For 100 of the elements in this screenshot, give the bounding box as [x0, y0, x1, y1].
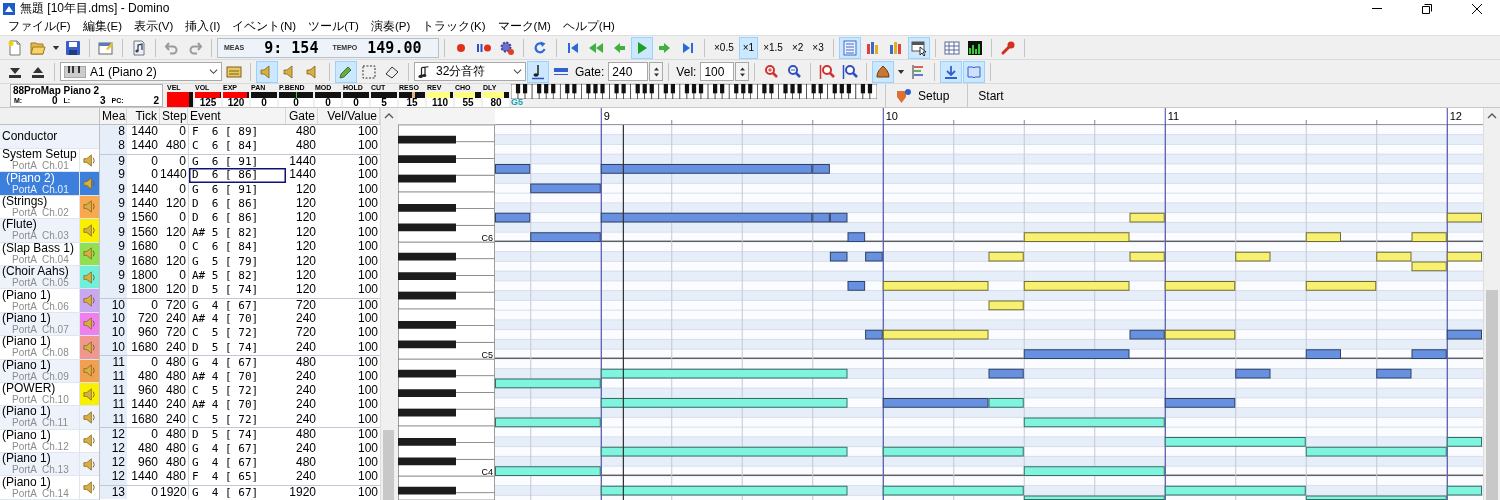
track-row[interactable]: (Piano 1) PortA Ch.13	[0, 453, 99, 477]
table-cell: A# 4 [ 70]	[188, 398, 286, 413]
speed-button[interactable]: ×1.5	[759, 36, 787, 59]
table-cell: C 5 [ 72]	[188, 326, 286, 341]
track-row[interactable]: (Piano 1) PortA Ch.09	[0, 359, 99, 383]
toolbar-button[interactable]: Start	[967, 84, 1014, 107]
track-row[interactable]: (Piano 1) PortA Ch.14	[0, 476, 99, 500]
measure-number: 10	[885, 110, 898, 122]
track-name: (Piano 1)	[1, 312, 51, 324]
menu-item[interactable]: イベント(N)	[226, 18, 303, 34]
speed-button[interactable]: ×0.5	[710, 36, 738, 59]
menu-item[interactable]: トラック(K)	[416, 18, 492, 34]
table-cell-text: 1440	[130, 182, 159, 197]
table-cell-text: 480	[164, 470, 187, 485]
timeline-ruler[interactable]: 9 10 11 12	[495, 108, 1483, 125]
speed-button[interactable]: ×1	[738, 36, 759, 59]
table-cell-text: 1560	[130, 225, 159, 241]
port-label: PortA Ch.08	[12, 347, 70, 359]
port-label: PortA Ch.13	[12, 464, 70, 476]
column-header[interactable]: Step	[160, 108, 188, 124]
table-cell-text: 240	[164, 340, 187, 356]
column-header[interactable]: Gate	[286, 108, 318, 124]
gate-field[interactable]: 240	[608, 62, 649, 81]
menu-item[interactable]: ファイル(F)	[2, 18, 77, 34]
table-cell: A# 4 [ 70]	[188, 369, 286, 385]
table-cell-text: 960	[136, 326, 159, 341]
speed-button[interactable]: ×3	[808, 36, 828, 59]
menu-item[interactable]: ヘルプ(H)	[556, 18, 621, 34]
table-cell-text: 120	[294, 283, 317, 298]
menu-item[interactable]: 表示(V)	[128, 18, 180, 34]
table-cell-text: 240	[294, 312, 317, 327]
port-label: PortA Ch.01	[12, 160, 69, 172]
track-row[interactable]: (Slap Bass 1) PortA Ch.04	[0, 242, 99, 266]
column-header[interactable]: Tick	[127, 108, 160, 124]
table-cell-text: 100	[356, 240, 379, 255]
table-cell-text: 480	[164, 428, 187, 442]
table-cell: G 4 [ 67]	[188, 298, 286, 313]
table-cell: C 6 [ 84]	[188, 240, 286, 255]
table-cell: D 6 [ 86]	[188, 168, 286, 183]
speed-button[interactable]: ×2	[787, 36, 808, 59]
port-label: PortA Ch.06	[12, 300, 70, 312]
table-cell-text: 1440	[288, 168, 317, 183]
tempo-value: 149.00	[367, 38, 422, 57]
table-cell-text: 0	[178, 240, 187, 255]
track-row[interactable]: (Piano 1) PortA Ch.07	[0, 312, 99, 337]
track-name: (Flute)	[1, 219, 38, 231]
menu-item[interactable]: 編集(E)	[76, 18, 129, 34]
table-cell-text: 240	[294, 384, 317, 399]
table-cell: G 6 [ 91]	[188, 182, 286, 197]
track-row[interactable]: (Choir Aahs) PortA Ch.05	[0, 265, 99, 290]
track-name: (Slap Bass 1)	[1, 242, 76, 254]
track-row[interactable]: (Piano 2) PortA Ch.01	[0, 172, 99, 196]
track-row[interactable]: (Flute) PortA Ch.03	[0, 219, 99, 243]
velocity-field[interactable]: 100	[700, 62, 735, 81]
controller-value: 125	[195, 98, 221, 107]
table-cell-text: 1440	[130, 470, 159, 485]
toolbar-button[interactable]: Setup	[885, 84, 960, 107]
table-cell: A# 5 [ 82]	[188, 225, 286, 241]
controller-value: 0	[279, 98, 313, 107]
table-cell-text: 480	[294, 125, 317, 140]
table-cell-text: 1440	[288, 154, 317, 169]
track-name: (Piano 1)	[1, 406, 51, 418]
table-cell: 9	[100, 240, 127, 255]
controller-value: 5	[371, 98, 397, 107]
menu-item[interactable]: マーク(M)	[491, 18, 557, 34]
menu-item[interactable]: ツール(T)	[302, 18, 365, 34]
track-row[interactable]: (Piano 1) PortA Ch.11	[0, 406, 99, 430]
table-cell-text: 100	[356, 125, 379, 140]
table-cell-text: 1680	[130, 412, 159, 428]
port-label: PortA Ch.11	[12, 417, 69, 429]
track-row[interactable]: Conductor	[0, 125, 99, 149]
table-cell-text: 240	[294, 412, 317, 428]
table-cell-text: 1440	[130, 196, 159, 212]
table-cell-text: 100	[356, 268, 379, 284]
table-cell-text: 960	[136, 456, 159, 471]
menu-item[interactable]: 挿入(I)	[179, 18, 227, 34]
note-length-select[interactable]: 32分音符	[414, 62, 526, 81]
track-row[interactable]: (Piano 1) PortA Ch.06	[0, 289, 99, 313]
column-header[interactable]: Event	[188, 108, 286, 124]
table-cell-text: 1680	[130, 240, 159, 255]
table-cell-text: 120	[294, 196, 317, 212]
table-cell-text: 120	[164, 225, 187, 241]
controller-value: 0	[251, 98, 277, 107]
table-cell-text: 100	[356, 326, 379, 341]
table-cell-text: 1920	[288, 485, 317, 500]
field-value: 2	[152, 96, 160, 106]
controller-value: 80	[483, 98, 509, 107]
table-cell: F 6 [ 89]	[188, 125, 286, 140]
column-header[interactable]: Mea	[100, 108, 127, 124]
menu-item[interactable]: 演奏(P)	[364, 18, 417, 34]
table-cell: G 4 [ 67]	[188, 485, 286, 500]
table-cell-text: 720	[294, 298, 317, 313]
measure-number: 9	[603, 110, 610, 122]
track-row[interactable]: (Piano 1) PortA Ch.08	[0, 336, 99, 360]
table-cell-text: 100	[356, 154, 379, 169]
track-select[interactable]: A1 (Piano 2)	[60, 62, 222, 81]
field-label: Gate:	[575, 64, 605, 79]
table-cell: 8	[100, 139, 127, 154]
table-cell-text: 1680	[130, 254, 159, 269]
table-cell-text: 100	[356, 340, 379, 356]
